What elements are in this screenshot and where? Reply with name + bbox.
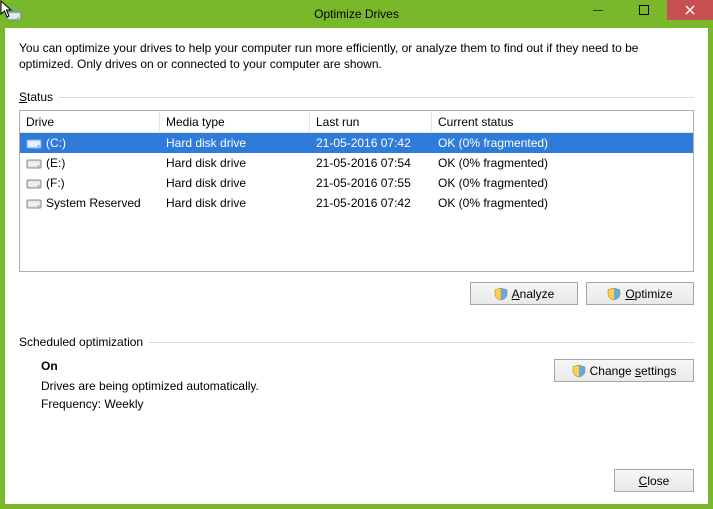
change-settings-button[interactable]: Change settings bbox=[554, 359, 694, 382]
drive-status: OK (0% fragmented) bbox=[432, 176, 693, 190]
drive-name: (E:) bbox=[46, 156, 65, 170]
drive-media: Hard disk drive bbox=[160, 136, 310, 150]
shield-icon bbox=[494, 287, 508, 301]
sched-section-label: Scheduled optimization bbox=[19, 335, 694, 349]
drive-last-run: 21-05-2016 07:54 bbox=[310, 156, 432, 170]
analyze-button[interactable]: Analyze bbox=[470, 282, 578, 305]
shield-icon bbox=[572, 364, 586, 378]
drive-icon bbox=[26, 176, 42, 190]
close-button[interactable]: Close bbox=[614, 469, 694, 492]
drive-icon bbox=[26, 136, 42, 150]
intro-text: You can optimize your drives to help you… bbox=[19, 40, 694, 72]
drive-media: Hard disk drive bbox=[160, 176, 310, 190]
shield-icon bbox=[607, 287, 621, 301]
drive-status: OK (0% fragmented) bbox=[432, 136, 693, 150]
optimize-button[interactable]: Optimize bbox=[586, 282, 694, 305]
close-window-button[interactable] bbox=[667, 0, 713, 20]
client-area: You can optimize your drives to help you… bbox=[0, 28, 713, 509]
drive-name: (F:) bbox=[46, 176, 65, 190]
drive-icon bbox=[26, 156, 42, 170]
table-row[interactable]: (C:) Hard disk drive21-05-2016 07:42OK (0… bbox=[20, 133, 693, 153]
sched-frequency: Frequency: Weekly bbox=[41, 397, 694, 411]
minimize-button[interactable]: — bbox=[575, 0, 621, 20]
drive-media: Hard disk drive bbox=[160, 196, 310, 210]
col-last[interactable]: Last run bbox=[310, 111, 432, 132]
drive-last-run: 21-05-2016 07:42 bbox=[310, 136, 432, 150]
app-icon bbox=[6, 6, 22, 22]
titlebar[interactable]: Optimize Drives — bbox=[0, 0, 713, 28]
table-row[interactable]: (E:) Hard disk drive21-05-2016 07:54OK (0… bbox=[20, 153, 693, 173]
drive-name: System Reserved bbox=[46, 196, 141, 210]
drive-name: (C:) bbox=[46, 136, 66, 150]
table-row[interactable]: (F:) Hard disk drive21-05-2016 07:55OK (0… bbox=[20, 173, 693, 193]
table-row[interactable]: System Reserved Hard disk drive21-05-2016… bbox=[20, 193, 693, 213]
maximize-button[interactable] bbox=[621, 0, 667, 20]
col-status[interactable]: Current status bbox=[432, 111, 693, 132]
drive-last-run: 21-05-2016 07:42 bbox=[310, 196, 432, 210]
drive-last-run: 21-05-2016 07:55 bbox=[310, 176, 432, 190]
drive-icon bbox=[26, 196, 42, 210]
col-drive[interactable]: Drive bbox=[20, 111, 160, 132]
col-media[interactable]: Media type bbox=[160, 111, 310, 132]
status-section-label: Status bbox=[19, 90, 694, 104]
table-header[interactable]: Drive Media type Last run Current status bbox=[20, 111, 693, 133]
drive-status: OK (0% fragmented) bbox=[432, 156, 693, 170]
drive-status: OK (0% fragmented) bbox=[432, 196, 693, 210]
drive-media: Hard disk drive bbox=[160, 156, 310, 170]
drive-list[interactable]: Drive Media type Last run Current status… bbox=[19, 110, 694, 272]
